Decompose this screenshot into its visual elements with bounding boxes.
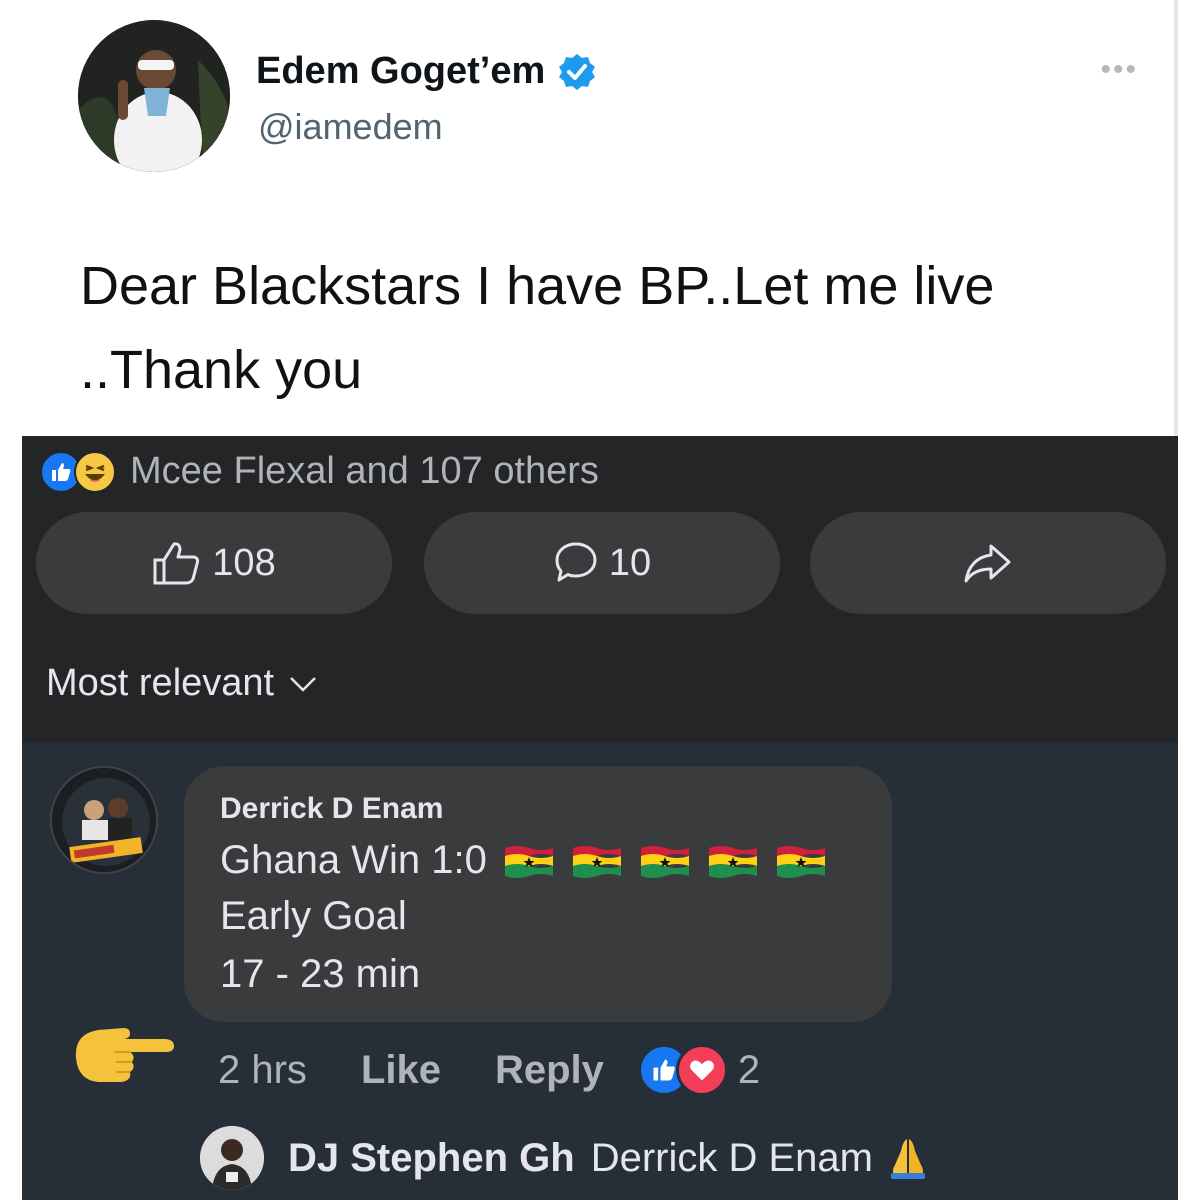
reactions-summary[interactable]: Mcee Flexal and 107 others: [40, 450, 599, 493]
author-name[interactable]: Edem Goget’em: [256, 50, 597, 93]
comment-meta: 2 hrs Like Reply 2: [218, 1044, 760, 1096]
comment-line-3: 17 - 23 min: [220, 952, 421, 996]
comments-section: Derrick D Enam Ghana Win 1:0 Early Goal …: [22, 742, 1178, 1200]
comment-text-line-1: Ghana Win 1:0: [220, 838, 487, 882]
comment-count: 10: [608, 541, 652, 584]
comment-like-button[interactable]: Like: [361, 1048, 441, 1093]
tweet-text: Dear Blackstars I have BP..Let me live .…: [80, 256, 995, 400]
ghana-flag-icon: [640, 845, 689, 878]
love-reaction-icon[interactable]: [675, 1044, 728, 1096]
comment-line-2: Early Goal: [220, 894, 407, 938]
comment-time[interactable]: 2 hrs: [218, 1048, 307, 1093]
like-button[interactable]: 108: [36, 512, 392, 614]
reaction-count[interactable]: 2: [738, 1048, 760, 1093]
ghana-flag-icon: [776, 845, 825, 878]
comment-button[interactable]: 10: [424, 512, 780, 614]
chevron-down-icon: [290, 676, 316, 692]
author-name-text: Edem Goget’em: [256, 50, 546, 92]
ghana-flags: [503, 842, 827, 880]
reactions-text: Mcee Flexal and 107 others: [130, 450, 599, 492]
sort-label-text: Most relevant: [46, 662, 275, 704]
ghana-flag-icon: [504, 845, 553, 878]
ellipsis-icon[interactable]: •••: [1100, 55, 1138, 85]
reply-avatar[interactable]: [200, 1126, 264, 1190]
share-icon: [964, 544, 1011, 583]
reply-text: Derrick D Enam: [590, 1135, 873, 1180]
ghana-flag-icon: [572, 845, 621, 878]
thumbs-up-icon: [153, 542, 200, 585]
comment-icon: [555, 542, 597, 582]
comment-reply-button[interactable]: Reply: [495, 1048, 604, 1093]
folded-hands-icon: [890, 1139, 925, 1179]
verified-badge-icon: [559, 53, 596, 90]
author-handle[interactable]: @iamedem: [258, 106, 443, 148]
post-actions-section: Mcee Flexal and 107 others 108 10 Most r…: [22, 436, 1178, 742]
author-avatar[interactable]: [78, 20, 230, 172]
comment-line-1: Ghana Win 1:0: [220, 838, 827, 883]
share-button[interactable]: [810, 512, 1166, 614]
reply-author[interactable]: DJ Stephen Gh: [288, 1136, 575, 1181]
comment-bubble[interactable]: Derrick D Enam Ghana Win 1:0 Early Goal …: [184, 766, 892, 1022]
ghana-flag-icon: [708, 845, 757, 878]
tweet-card: Edem Goget’em @iamedem ••• Dear Blacksta…: [22, 0, 1178, 436]
pointing-hand-icon: [75, 1028, 174, 1082]
like-count: 108: [212, 541, 276, 584]
commenter-avatar[interactable]: [50, 766, 158, 874]
commenter-name[interactable]: Derrick D Enam: [220, 792, 443, 826]
reply-item[interactable]: DJ Stephen Gh Derrick D Enam: [200, 1126, 931, 1190]
haha-reaction-icon: [74, 450, 116, 493]
sort-dropdown[interactable]: Most relevant: [46, 662, 318, 705]
